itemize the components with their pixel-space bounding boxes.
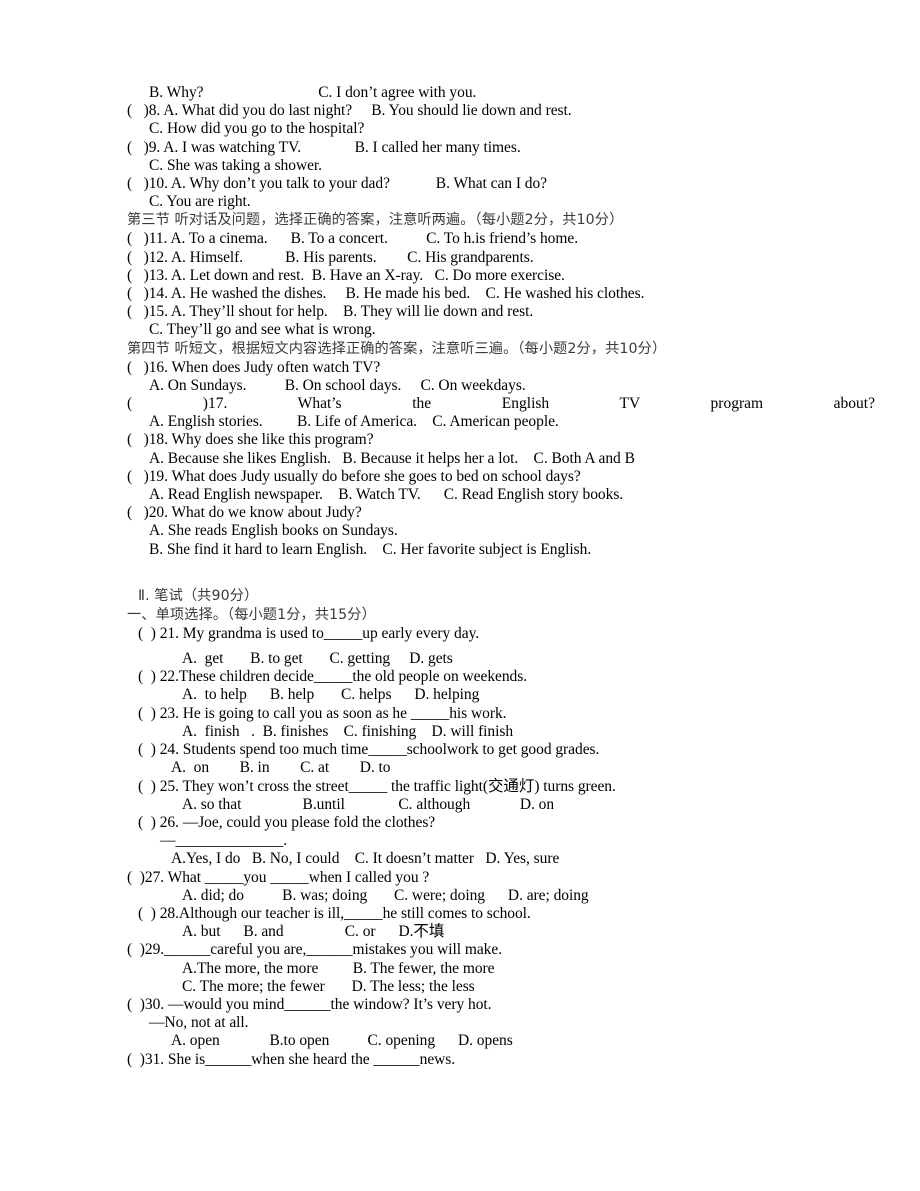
written-section: Ⅱ. 笔试（共90分） 一、单项选择。（每小题1分，共15分） ( ) 21. … [127, 587, 875, 1069]
question-line: ( ) 21. My grandma is used to_____up ear… [138, 624, 480, 642]
answer-blank-line: —No, not at all. [149, 1014, 249, 1032]
question-line: ( ) 22.These children decide_____the old… [138, 668, 528, 686]
question-line: ( )30. —would you mind______the window? … [127, 995, 492, 1013]
answer-line: C. She was taking a shower. [149, 156, 323, 174]
answer-line: C. You are right. [149, 193, 251, 211]
answer-line: A. finish . B. finishes C. finishing D. … [182, 722, 514, 740]
answer-line: A. to help B. help C. helps D. helping [182, 686, 480, 704]
question-line: ( )29.______careful you are,______mistak… [127, 941, 503, 959]
answer-line: A. did; do B. was; doing C. were; doing … [182, 886, 589, 904]
answer-line: A. Read English newspaper. B. Watch TV. … [149, 486, 624, 504]
question-line: ( )27. What _____you _____when I called … [127, 868, 430, 886]
answer-blank-line: —______________. [160, 832, 288, 850]
part-four-heading: 第四节 听短文，根据短文内容选择正确的答案，注意听三遍。（每小题2分，共10分） [127, 340, 667, 357]
listening-part-two-tail: B. Why? C. I don’t agree with you. ( )8.… [127, 84, 875, 211]
question-line: ( ) 23. He is going to call you as soon … [138, 704, 507, 722]
answer-line: C. How did you go to the hospital? [149, 120, 365, 138]
question-line: ( )12. A. Himself. B. His parents. C. Hi… [127, 248, 534, 266]
answer-line: A. but B. and C. or D.不填 [182, 923, 445, 941]
part-three-heading: 第三节 听对话及问题，选择正确的答案，注意听两遍。（每小题2分，共10分） [127, 212, 624, 229]
question-line: ( )31. She is______when she heard the __… [127, 1050, 456, 1068]
answer-line: A. open B.to open C. opening D. opens [171, 1032, 513, 1050]
exam-page: B. Why? C. I don’t agree with you. ( )8.… [0, 0, 920, 1191]
question-line: ( )9. A. I was watching TV. B. I called … [127, 138, 521, 156]
exam-content: B. Why? C. I don’t agree with you. ( )8.… [127, 84, 875, 1069]
question-line: ( )10. A. Why don’t you talk to your dad… [127, 175, 547, 193]
answer-line: A. She reads English books on Sundays. [149, 522, 398, 540]
listening-part-three: 第三节 听对话及问题，选择正确的答案，注意听两遍。（每小题2分，共10分） ( … [127, 211, 875, 339]
question-line: ( )20. What do we know about Judy? [127, 504, 362, 522]
answer-line: A.Yes, I do B. No, I could C. It doesn’t… [171, 850, 560, 868]
question-line: ( ) 25. They won’t cross the street_____… [138, 777, 616, 795]
answer-line: A. On Sundays. B. On school days. C. On … [149, 376, 526, 394]
answer-line: A. on B. in C. at D. to [171, 759, 391, 777]
question-line: ( )11. A. To a cinema. B. To a concert. … [127, 230, 579, 248]
question-line: ( ) 28.Although our teacher is ill,_____… [138, 904, 531, 922]
line-spacer [127, 643, 875, 650]
answer-line: B. She find it hard to learn English. C.… [149, 540, 592, 558]
question-line: ( )15. A. They’ll shout for help. B. The… [127, 303, 534, 321]
listening-part-four: 第四节 听短文，根据短文内容选择正确的答案，注意听三遍。（每小题2分，共10分）… [127, 340, 875, 559]
answer-line: A. Because she likes English. B. Because… [149, 449, 635, 467]
question-line: ( )18. Why does she like this program? [127, 431, 374, 449]
answer-line: B. Why? C. I don’t agree with you. [149, 84, 477, 101]
written-section-heading: Ⅱ. 笔试（共90分） [138, 587, 259, 604]
question-line: ( )16. When does Judy often watch TV? [127, 358, 381, 376]
answer-line: A.The more, the more B. The fewer, the m… [182, 959, 495, 977]
question-line-justified: ( )17. What’s the English TV program abo… [127, 395, 875, 413]
question-line: ( )19. What does Judy usually do before … [127, 467, 581, 485]
question-line: ( )14. A. He washed the dishes. B. He ma… [127, 285, 645, 303]
question-line: ( ) 26. —Joe, could you please fold the … [138, 813, 436, 831]
answer-line: A. English stories. B. Life of America. … [149, 413, 559, 431]
answer-line: C. They’ll go and see what is wrong. [149, 321, 376, 339]
part-one-heading: 一、单项选择。（每小题1分，共15分） [127, 606, 376, 623]
question-line: ( ) 24. Students spend too much time____… [138, 741, 600, 759]
answer-line: A. get B. to get C. getting D. gets [182, 650, 453, 668]
question-line: ( )13. A. Let down and rest. B. Have an … [127, 266, 565, 284]
answer-line: C. The more; the fewer D. The less; the … [182, 977, 475, 995]
question-line: ( )8. A. What did you do last night? B. … [127, 102, 572, 120]
answer-line: A. so that B.until C. although D. on [182, 795, 555, 813]
